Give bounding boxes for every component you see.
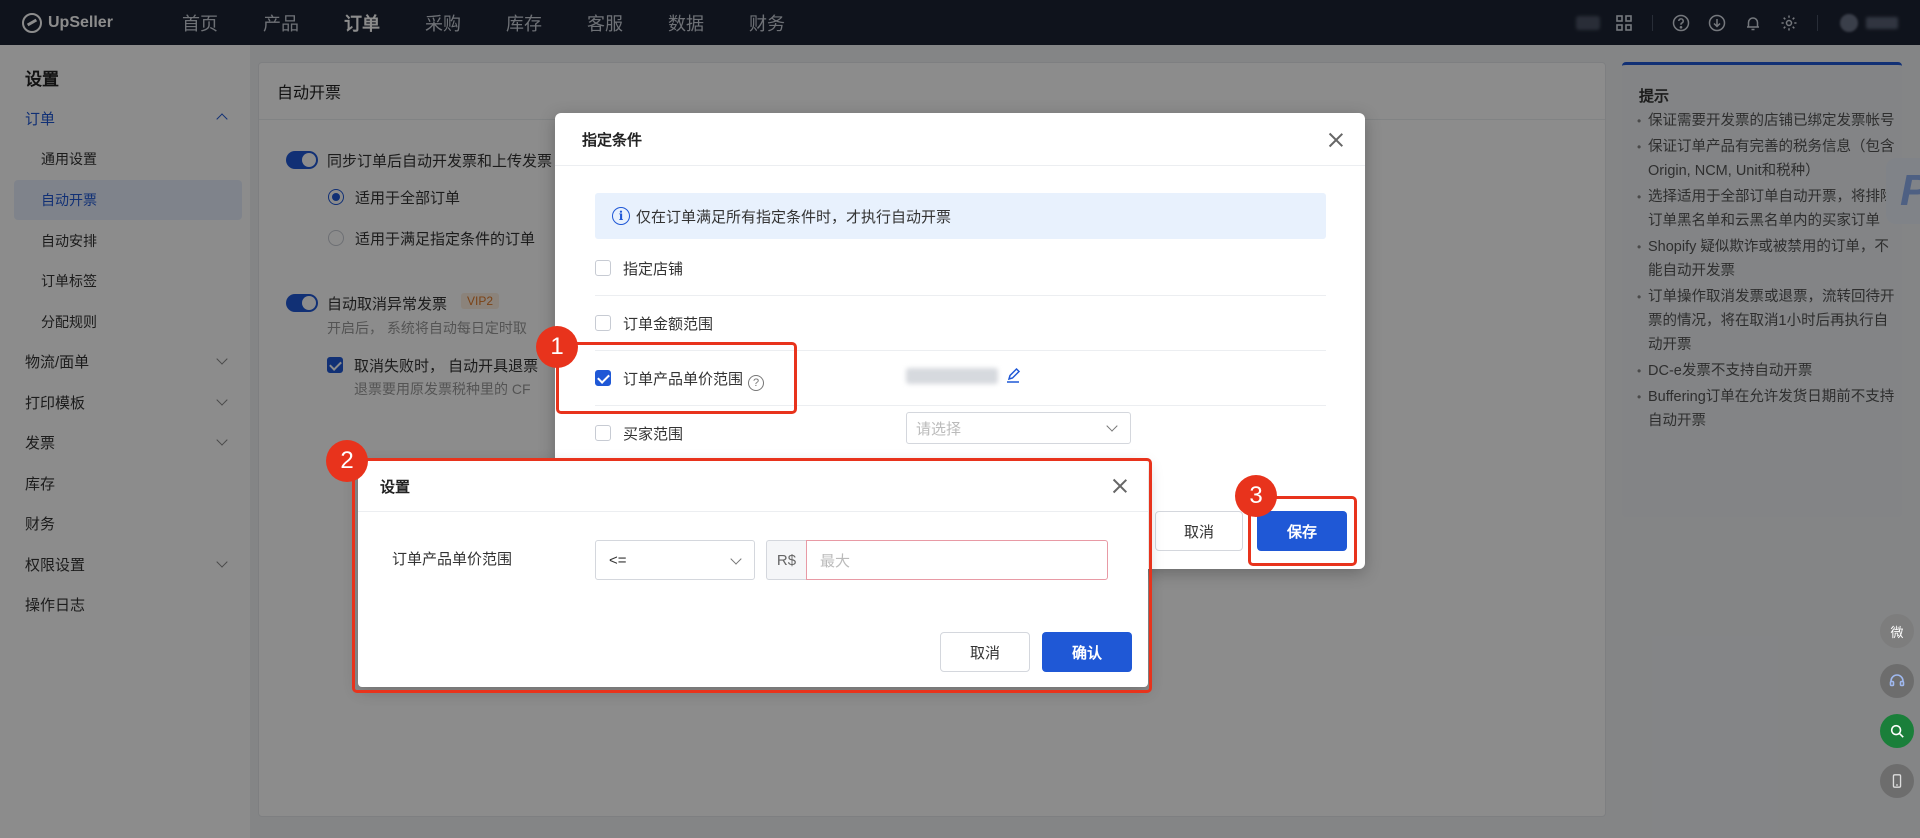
condition-label: 买家范围	[623, 426, 684, 443]
buyer-checkbox[interactable]	[595, 425, 611, 441]
unit-price-value-blurred	[906, 368, 998, 384]
wechat-button[interactable]: 微	[1880, 614, 1914, 648]
mobile-button[interactable]	[1880, 764, 1914, 798]
cancel-button[interactable]: 取消	[1155, 511, 1243, 551]
store-checkbox[interactable]	[595, 260, 611, 276]
wechat-icon: 微	[1890, 624, 1904, 640]
support-button[interactable]	[1880, 664, 1914, 698]
condition-label: 指定店铺	[623, 261, 684, 278]
edit-icon[interactable]	[1004, 367, 1022, 385]
search-icon	[1890, 724, 1904, 738]
order-amount-checkbox[interactable]	[595, 315, 611, 331]
annotation-highlight-2	[352, 458, 1152, 693]
condition-row-buyer: 买家范围 请选择	[595, 406, 1326, 461]
buyer-select[interactable]: 请选择	[906, 412, 1131, 444]
buyer-select-placeholder: 请选择	[916, 420, 962, 438]
annotation-badge-1: 1	[536, 326, 578, 368]
info-text: 仅在订单满足所有指定条件时，才执行自动开票	[636, 208, 952, 226]
close-icon[interactable]	[1327, 131, 1345, 149]
chevron-down-icon	[1106, 420, 1118, 432]
mobile-icon	[1892, 774, 1902, 788]
headset-icon	[1889, 674, 1905, 687]
annotation-badge-3: 3	[1235, 475, 1277, 517]
search-button[interactable]	[1880, 714, 1914, 748]
annotation-badge-2: 2	[326, 440, 368, 482]
condition-label: 订单金额范围	[623, 316, 714, 333]
info-icon: i	[612, 207, 630, 225]
annotation-highlight-1	[556, 342, 797, 414]
condition-row-store: 指定店铺	[595, 241, 1326, 296]
dialog-title: 指定条件	[555, 113, 1365, 166]
info-banner: i 仅在订单满足所有指定条件时，才执行自动开票	[595, 193, 1326, 239]
